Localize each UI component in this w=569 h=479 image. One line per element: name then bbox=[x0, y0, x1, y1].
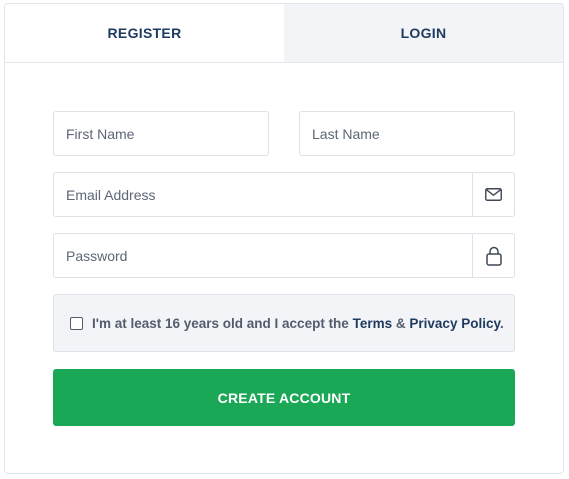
password-addon bbox=[472, 234, 514, 277]
last-name-field-wrapper bbox=[299, 111, 515, 156]
age-terms-consent: I'm at least 16 years old and I accept t… bbox=[53, 294, 515, 352]
register-form: I'm at least 16 years old and I accept t… bbox=[53, 111, 515, 426]
envelope-icon bbox=[485, 188, 502, 201]
registration-card: REGISTER LOGIN First Name Last Name Emai… bbox=[4, 3, 564, 474]
email-row bbox=[53, 172, 515, 217]
first-name-field-wrapper bbox=[53, 111, 269, 156]
lock-icon bbox=[485, 246, 502, 266]
first-name-input[interactable] bbox=[54, 112, 268, 155]
terms-link[interactable]: Terms bbox=[353, 316, 393, 331]
tab-register[interactable]: REGISTER bbox=[5, 4, 284, 62]
last-name-input[interactable] bbox=[300, 112, 514, 155]
password-input[interactable] bbox=[54, 234, 472, 277]
password-row bbox=[53, 233, 515, 278]
email-input[interactable] bbox=[54, 173, 472, 216]
privacy-policy-link[interactable]: Privacy Policy bbox=[409, 316, 500, 331]
tab-login-label: LOGIN bbox=[400, 25, 447, 41]
tab-login[interactable]: LOGIN bbox=[284, 4, 563, 62]
password-field-wrapper bbox=[53, 233, 515, 278]
auth-tabs: REGISTER LOGIN bbox=[5, 4, 563, 63]
consent-text: I'm at least 16 years old and I accept t… bbox=[92, 316, 504, 331]
create-account-label: CREATE ACCOUNT bbox=[217, 389, 351, 406]
name-row bbox=[53, 111, 515, 156]
tab-register-label: REGISTER bbox=[107, 25, 182, 41]
email-field-wrapper bbox=[53, 172, 515, 217]
consent-text-main: I'm at least 16 years old and I accept t… bbox=[92, 315, 349, 331]
consent-ampersand: & bbox=[395, 315, 406, 331]
consent-period: . bbox=[499, 315, 504, 331]
email-addon bbox=[472, 173, 514, 216]
consent-checkbox[interactable] bbox=[70, 316, 83, 330]
create-account-button[interactable]: CREATE ACCOUNT bbox=[53, 369, 515, 426]
